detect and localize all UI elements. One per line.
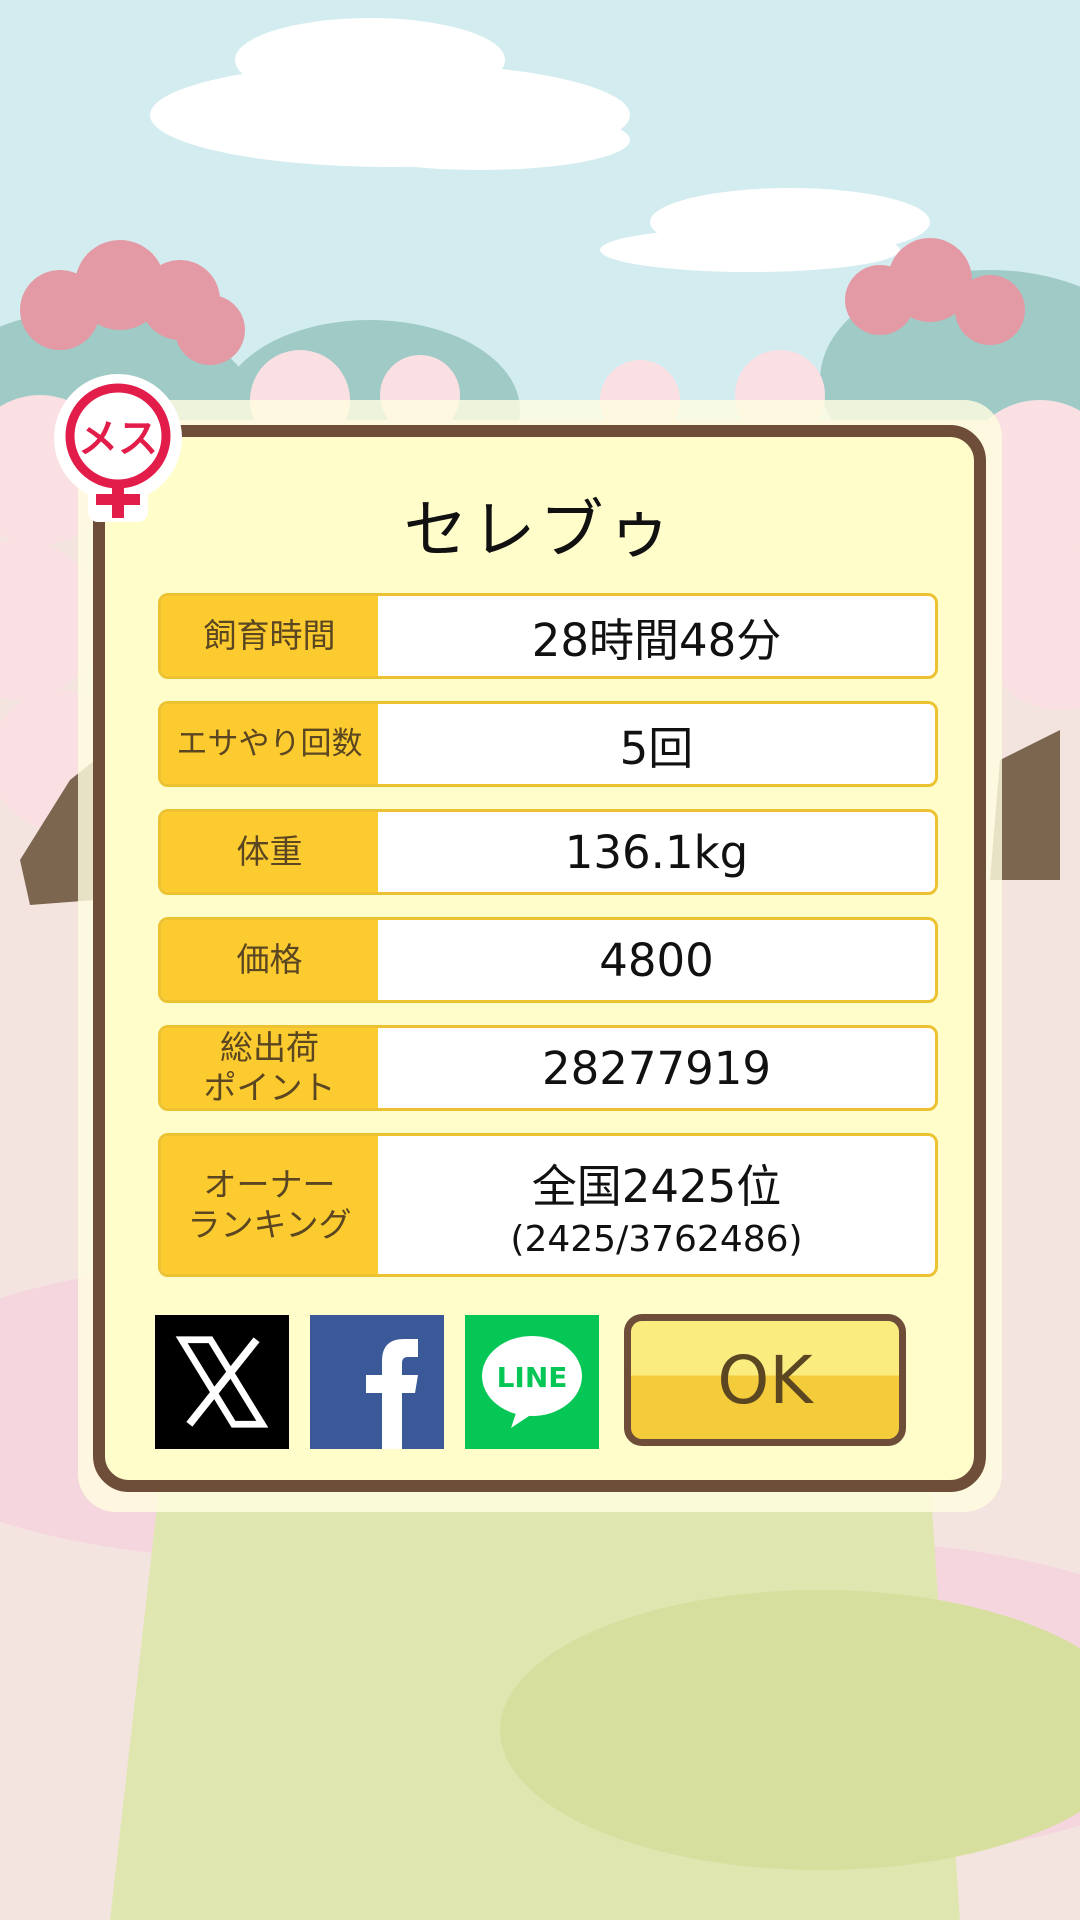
stat-value: 4800: [599, 933, 714, 987]
stat-row-feed-count: エサやり回数 5回: [158, 701, 938, 787]
stat-row-weight: 体重 136.1kg: [158, 809, 938, 895]
svg-text:メス: メス: [78, 416, 158, 462]
share-line-button[interactable]: LINE: [465, 1315, 599, 1449]
stat-label: 総出荷 ポイント: [161, 1028, 378, 1108]
stat-label: 体重: [161, 812, 378, 892]
stat-row-owner-ranking: オーナー ランキング 全国2425位 (2425/3762486): [158, 1133, 938, 1277]
female-symbol-icon: メス: [54, 374, 182, 522]
x-logo-icon: [175, 1336, 269, 1428]
stat-value: 28277919: [541, 1041, 772, 1095]
stat-value: 136.1kg: [564, 825, 749, 879]
pig-name-title: セレブゥ: [403, 494, 676, 568]
stat-label: オーナー ランキング: [161, 1136, 378, 1274]
stat-row-price: 価格 4800: [158, 917, 938, 1003]
female-gender-badge: メス: [48, 372, 188, 522]
stat-label: 飼育時間: [161, 596, 378, 676]
stat-row-shipping-points: 総出荷 ポイント 28277919: [158, 1025, 938, 1111]
facebook-logo-icon: [366, 1339, 418, 1449]
stat-label: エサやり回数: [161, 704, 378, 784]
share-facebook-button[interactable]: [310, 1315, 444, 1449]
stat-value: 28時間48分: [531, 613, 782, 667]
ok-button[interactable]: OK: [624, 1314, 906, 1446]
share-x-button[interactable]: [155, 1315, 289, 1449]
ranking-value: 全国2425位: [531, 1160, 782, 1213]
svg-text:LINE: LINE: [497, 1361, 568, 1394]
ranking-detail: (2425/3762486): [510, 1219, 803, 1260]
line-logo-icon: LINE: [482, 1336, 582, 1428]
pig-result-dialog: セレブゥ 飼育時間 28時間48分 エサやり回数 5回 体重 136.1kg 価…: [93, 425, 986, 1492]
stat-value: 全国2425位 (2425/3762486): [378, 1136, 935, 1274]
stat-label: 価格: [161, 920, 378, 1000]
stat-row-raising-time: 飼育時間 28時間48分: [158, 593, 938, 679]
stat-value: 5回: [619, 721, 694, 775]
